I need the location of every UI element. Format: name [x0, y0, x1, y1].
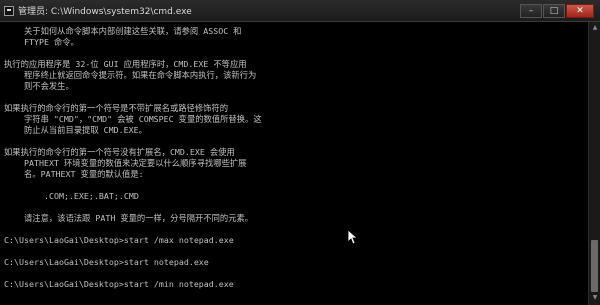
window-controls: – □ ✕: [520, 4, 594, 18]
console-output[interactable]: 关于如何从命令脚本内部创建这些关联，请参阅 ASSOC 和 FTYPE 命令。 …: [0, 22, 588, 305]
console-line: 字符串 "CMD"，"CMD" 会被 COMSPEC 变量的数值所替换。这: [4, 114, 262, 124]
console-line: C:\Users\LaoGai\Desktop>start notepad.ex…: [4, 257, 209, 267]
console-line: 请注意，该语法跟 PATH 变量的一样，分号隔开不同的元素。: [4, 213, 254, 223]
console-line: PATHEXT 环境变量的数值来决定要以什么顺序寻找哪些扩展: [4, 158, 247, 168]
console-line: FTYPE 命令。: [4, 37, 79, 47]
scroll-up-arrow-icon[interactable]: ▲: [590, 23, 600, 33]
console-line: 如果执行的命令行的第一个符号没有扩展名，CMD.EXE 会使用: [4, 147, 235, 157]
scroll-thumb[interactable]: [591, 240, 598, 292]
mouse-pointer-icon: [348, 230, 358, 245]
close-button[interactable]: ✕: [566, 4, 594, 18]
console-line: C:\Users\LaoGai\Desktop>start /max notep…: [4, 235, 234, 245]
console-line: .COM;.EXE;.BAT;.CMD: [4, 191, 139, 201]
cmd-icon: [4, 5, 14, 16]
window-title: 管理员: C:\Windows\system32\cmd.exe: [18, 7, 192, 17]
console-line: 则不会发生。: [4, 81, 74, 91]
vertical-scrollbar[interactable]: ▲ ▼: [588, 22, 600, 305]
console-line: 如果执行的命令行的第一个符号是不带扩展名或路径修饰符的: [4, 103, 229, 113]
console-line: 关于如何从命令脚本内部创建这些关联，请参阅 ASSOC 和: [4, 26, 242, 36]
scroll-down-arrow-icon[interactable]: ▼: [590, 293, 600, 303]
minimize-button[interactable]: –: [520, 4, 542, 18]
console-line: 程序终止就返回命令提示符。如果在命令脚本内执行，该新行为: [4, 70, 257, 80]
console-line: 执行的应用程序是 32-位 GUI 应用程序时，CMD.EXE 不等应用: [4, 59, 247, 69]
console-line: C:\Users\LaoGai\Desktop>start /min notep…: [4, 279, 234, 289]
console-line: 防止从当前目录提取 CMD.EXE。: [4, 125, 147, 135]
title-bar[interactable]: 管理员: C:\Windows\system32\cmd.exe – □ ✕: [0, 0, 600, 22]
console-line: 名。PATHEXT 变量的默认值是:: [4, 169, 144, 179]
maximize-button[interactable]: □: [543, 4, 565, 18]
